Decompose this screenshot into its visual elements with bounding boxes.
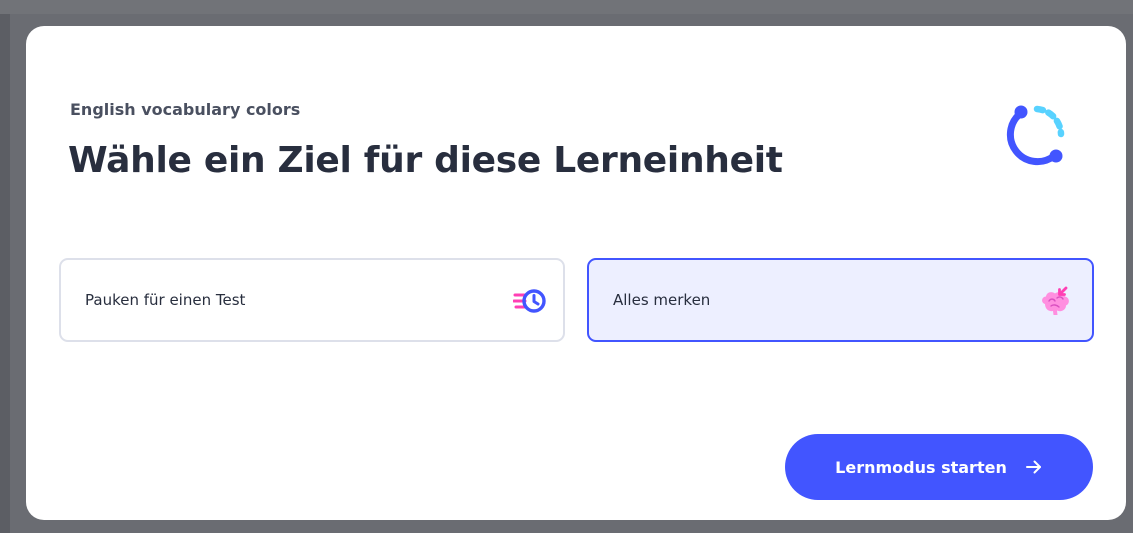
set-title: English vocabulary colors: [70, 100, 301, 119]
progress-ring-logo-icon: [1006, 105, 1065, 166]
goal-option-cram[interactable]: Pauken für einen Test: [59, 258, 565, 342]
goal-option-label: Pauken für einen Test: [85, 291, 246, 309]
start-button-label: Lernmodus starten: [835, 457, 1007, 477]
goal-option-label: Alles merken: [613, 291, 711, 309]
fast-clock-icon: [513, 289, 546, 313]
backdrop-top-strip: [0, 0, 1133, 14]
backdrop-edge: [0, 0, 10, 533]
brain-icon: [1042, 286, 1069, 315]
goal-option-memorize[interactable]: Alles merken: [587, 258, 1094, 342]
study-goal-dialog: English vocabulary colors Wähle ein Ziel…: [26, 26, 1126, 520]
arrow-right-icon: [1025, 460, 1041, 474]
dialog-title: Wähle ein Ziel für diese Lerneinheit: [68, 140, 783, 181]
start-learn-mode-button[interactable]: Lernmodus starten: [785, 434, 1093, 500]
